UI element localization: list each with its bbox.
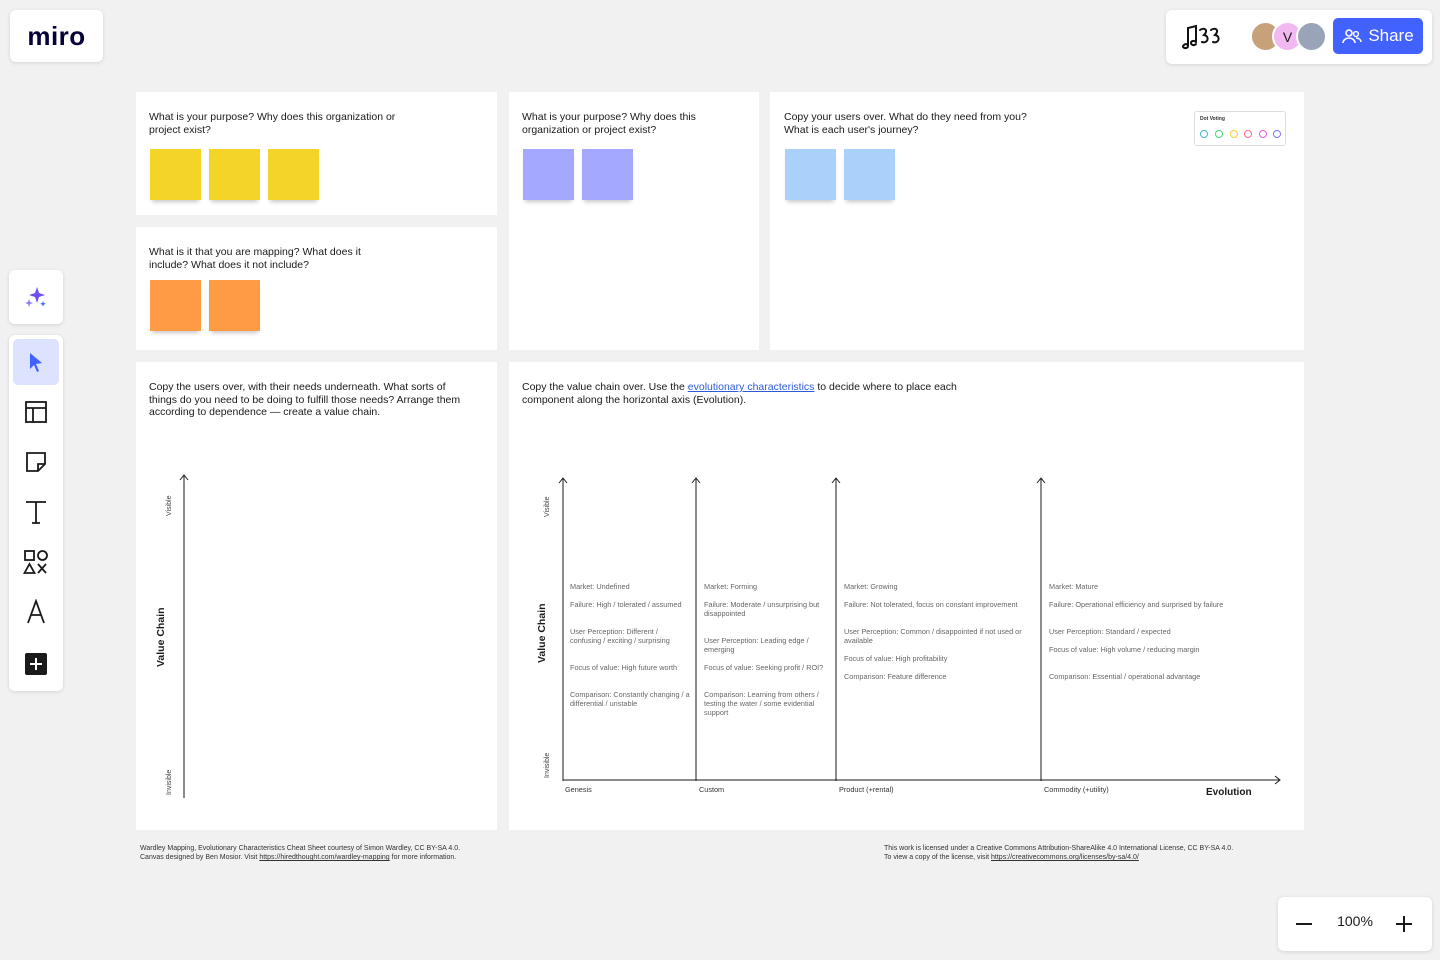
avatar-initial: V xyxy=(1282,28,1293,45)
zoom-level[interactable]: 100% xyxy=(1330,913,1380,929)
avatar[interactable] xyxy=(1296,21,1327,52)
sticky-note[interactable] xyxy=(209,149,260,200)
frame-prompt: Copy the users over, with their needs un… xyxy=(149,381,461,418)
frame-value-chain[interactable]: Copy the users over, with their needs un… xyxy=(136,362,497,830)
more-tools-button[interactable] xyxy=(13,641,59,687)
axis-title: Value Chain xyxy=(155,607,167,667)
zoom-control: 100% xyxy=(1278,897,1432,951)
miro-logo[interactable]: miro xyxy=(10,10,103,62)
cursor-icon xyxy=(30,353,42,372)
ai-assist-button[interactable] xyxy=(9,270,63,324)
frame-prompt: What is your purpose? Why does this orga… xyxy=(149,111,396,136)
logo-text: miro xyxy=(27,20,86,51)
axis-visible-label: Visible xyxy=(544,496,551,518)
vote-dot[interactable] xyxy=(1259,130,1267,138)
evolution-axes xyxy=(558,477,1281,785)
sticky-note[interactable] xyxy=(209,280,260,331)
license-link[interactable]: https://creativecommons.org/licenses/by-… xyxy=(991,854,1139,861)
select-tool[interactable] xyxy=(13,339,59,385)
vote-dot[interactable] xyxy=(1230,130,1238,138)
collaborator-avatars[interactable]: V xyxy=(1250,21,1330,53)
sticky-note[interactable] xyxy=(844,149,895,200)
left-toolbar xyxy=(9,335,63,691)
pen-tool[interactable] xyxy=(13,589,59,635)
plus-icon xyxy=(1396,916,1412,932)
vote-dot[interactable] xyxy=(1273,130,1281,138)
sticky-note[interactable] xyxy=(582,149,633,200)
vote-dot[interactable] xyxy=(1244,130,1252,138)
layout-icon xyxy=(25,401,47,423)
axis-visible-label: Visible xyxy=(166,495,173,517)
templates-tool[interactable] xyxy=(13,389,59,435)
footer-license: This work is licensed under a Creative C… xyxy=(884,845,1234,861)
sparkle-icon xyxy=(25,287,46,307)
vote-dot[interactable] xyxy=(1215,130,1223,138)
sticky-note-icon xyxy=(26,452,46,472)
axis-title: Value Chain xyxy=(536,603,548,663)
stage-label-genesis: Genesis xyxy=(565,785,592,794)
minus-icon xyxy=(1296,923,1312,925)
frame-prompt: What is it that you are mapping? What do… xyxy=(149,246,361,271)
zoom-out-button[interactable] xyxy=(1286,906,1322,942)
hiredthought-link[interactable]: https://hiredthought.com/wardley-mapping xyxy=(259,854,389,861)
footer-credits: Wardley Mapping, Evolutionary Characteri… xyxy=(140,845,461,861)
frame-evolution[interactable]: Copy the value chain over. Use the evolu… xyxy=(509,362,1304,830)
stage-label-custom: Custom xyxy=(699,785,725,794)
sticky-note[interactable] xyxy=(150,280,201,331)
users-icon xyxy=(1342,29,1363,44)
top-right-bar: V Share xyxy=(1166,10,1432,64)
frame-purpose-2[interactable]: What is your purpose? Why does this orga… xyxy=(509,92,759,350)
sticky-note[interactable] xyxy=(150,149,201,200)
text-tool[interactable] xyxy=(13,489,59,535)
axis-invisible-label: Invisible xyxy=(166,769,173,795)
shapes-icon xyxy=(23,550,48,574)
value-chain-axis xyxy=(179,474,189,798)
sticky-note[interactable] xyxy=(523,149,574,200)
sticky-note[interactable] xyxy=(785,149,836,200)
stage-label-commodity: Commodity (+utility) xyxy=(1044,785,1109,794)
frame-purpose[interactable]: What is your purpose? Why does this orga… xyxy=(136,92,497,215)
board-doodle-icon[interactable] xyxy=(1180,22,1232,52)
dot-voting-widget[interactable]: Dot Voting xyxy=(1194,111,1286,146)
axis-invisible-label: Invisible xyxy=(544,752,551,778)
evolution-axis-title: Evolution xyxy=(1206,787,1252,798)
pen-icon xyxy=(27,599,45,624)
frame-mapping[interactable]: What is it that you are mapping? What do… xyxy=(136,227,497,350)
share-label: Share xyxy=(1368,26,1414,45)
vote-dot[interactable] xyxy=(1200,130,1208,138)
dot-voting-title: Dot Voting xyxy=(1200,116,1225,122)
sticky-note-tool[interactable] xyxy=(13,439,59,485)
frame-prompt: Copy your users over. What do they need … xyxy=(784,111,1027,136)
shapes-tool[interactable] xyxy=(13,539,59,585)
zoom-in-button[interactable] xyxy=(1386,906,1422,942)
stage-label-product: Product (+rental) xyxy=(839,785,894,794)
plus-box-icon xyxy=(25,653,47,675)
frame-prompt: What is your purpose? Why does this orga… xyxy=(522,111,696,136)
share-button[interactable]: Share xyxy=(1333,18,1423,54)
sticky-note[interactable] xyxy=(268,149,319,200)
text-icon xyxy=(26,501,46,524)
